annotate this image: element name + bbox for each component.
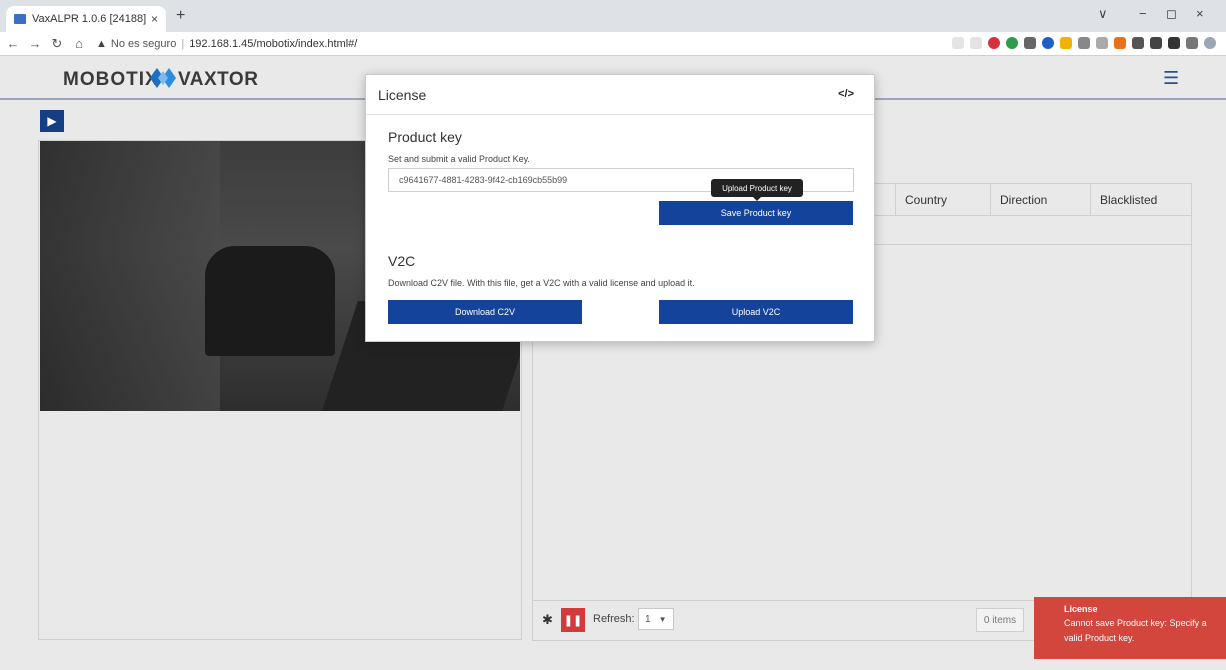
extension-icon[interactable] — [1096, 37, 1108, 49]
brand-vaxtor: VAXTOR — [178, 69, 259, 90]
minimize-button[interactable]: − — [1139, 6, 1147, 21]
warning-icon: ▲ — [96, 37, 107, 50]
url-separator: | — [181, 37, 185, 50]
column-header-direction[interactable]: Direction — [990, 184, 1090, 215]
reload-icon[interactable]: ↻ — [48, 36, 66, 52]
extension-icon[interactable] — [1060, 37, 1072, 49]
product-key-description: Set and submit a valid Product Key. — [388, 154, 530, 164]
tab-title: VaxALPR 1.0.6 [24188] — [32, 13, 147, 25]
download-c2v-button[interactable]: Download C2V — [388, 300, 582, 324]
code-icon[interactable]: </> — [838, 88, 854, 100]
url-field[interactable]: ▲ No es seguro | 192.168.1.45/mobotix/in… — [96, 38, 357, 50]
error-toast[interactable]: License Cannot save Product key: Specify… — [1034, 597, 1226, 659]
pause-button[interactable]: ❚❚ — [561, 608, 585, 632]
toast-title: License — [1064, 604, 1098, 614]
refresh-select[interactable]: 1 ▼ — [638, 608, 674, 630]
gear-icon[interactable]: ✱ — [542, 612, 553, 628]
site-favicon-icon — [14, 14, 26, 24]
product-key-title: Product key — [388, 129, 462, 145]
play-button[interactable]: ▶ — [40, 110, 64, 132]
browser-tab-bar: VaxALPR 1.0.6 [24188] × + ∨ − ◻ × — [0, 0, 1226, 32]
insecure-label: No es seguro — [110, 37, 177, 50]
new-tab-button[interactable]: + — [176, 7, 185, 25]
extension-icon[interactable] — [1006, 37, 1018, 49]
upload-product-key-tooltip: Upload Product key — [711, 179, 803, 201]
license-modal: License </> Product key Set and submit a… — [365, 74, 875, 342]
chevron-down-icon: ▼ — [658, 614, 667, 624]
back-icon[interactable]: ← — [4, 36, 22, 51]
url-text: 192.168.1.45/mobotix/index.html#/ — [189, 37, 358, 50]
home-icon[interactable]: ⌂ — [70, 36, 88, 51]
avatar[interactable] — [1204, 37, 1216, 49]
play-icon: ▶ — [47, 114, 57, 128]
forward-icon[interactable]: → — [26, 36, 44, 51]
refresh-label: Refresh: — [593, 613, 635, 625]
extension-icon[interactable] — [1114, 37, 1126, 49]
extension-icon[interactable] — [988, 37, 1000, 49]
save-product-key-button[interactable]: Save Product key — [659, 201, 853, 225]
share-icon[interactable] — [952, 37, 964, 49]
upload-v2c-button[interactable]: Upload V2C — [659, 300, 853, 324]
column-header-country[interactable]: Country — [895, 184, 980, 215]
modal-title: License — [378, 86, 427, 103]
extension-icon[interactable] — [1042, 37, 1054, 49]
browser-tab[interactable]: VaxALPR 1.0.6 [24188] × — [6, 6, 166, 32]
hamburger-icon[interactable]: ☰ — [1163, 68, 1179, 89]
column-header-blacklisted[interactable]: Blacklisted — [1090, 184, 1191, 215]
extension-icon[interactable] — [1150, 37, 1162, 49]
maximize-button[interactable]: ◻ — [1166, 6, 1177, 22]
sidebar-icon[interactable] — [1186, 37, 1198, 49]
close-window-button[interactable]: × — [1196, 6, 1204, 21]
brand-mobotix: MOBOTIX — [63, 69, 159, 90]
tab-search-icon[interactable]: ∨ — [1098, 6, 1108, 22]
extension-icon[interactable] — [1024, 37, 1036, 49]
pause-icon: ❚❚ — [563, 614, 583, 627]
bookmark-star-icon[interactable] — [970, 37, 982, 49]
items-count: 0 items — [976, 608, 1024, 632]
extension-icons — [952, 37, 1216, 49]
v2c-title: V2C — [388, 253, 416, 269]
extension-icon[interactable] — [1078, 37, 1090, 49]
puzzle-icon[interactable] — [1168, 37, 1180, 49]
modal-header: License </> — [366, 75, 874, 115]
refresh-value: 1 — [645, 613, 651, 625]
v2c-description: Download C2V file. With this file, get a… — [388, 278, 695, 288]
toast-message: Cannot save Product key: Specify a valid… — [1064, 618, 1207, 643]
vaxtor-logo-icon — [150, 68, 176, 88]
address-bar: ← → ↻ ⌂ ▲ No es seguro | 192.168.1.45/mo… — [0, 32, 1226, 56]
extension-icon[interactable] — [1132, 37, 1144, 49]
tab-close-icon[interactable]: × — [151, 12, 158, 26]
